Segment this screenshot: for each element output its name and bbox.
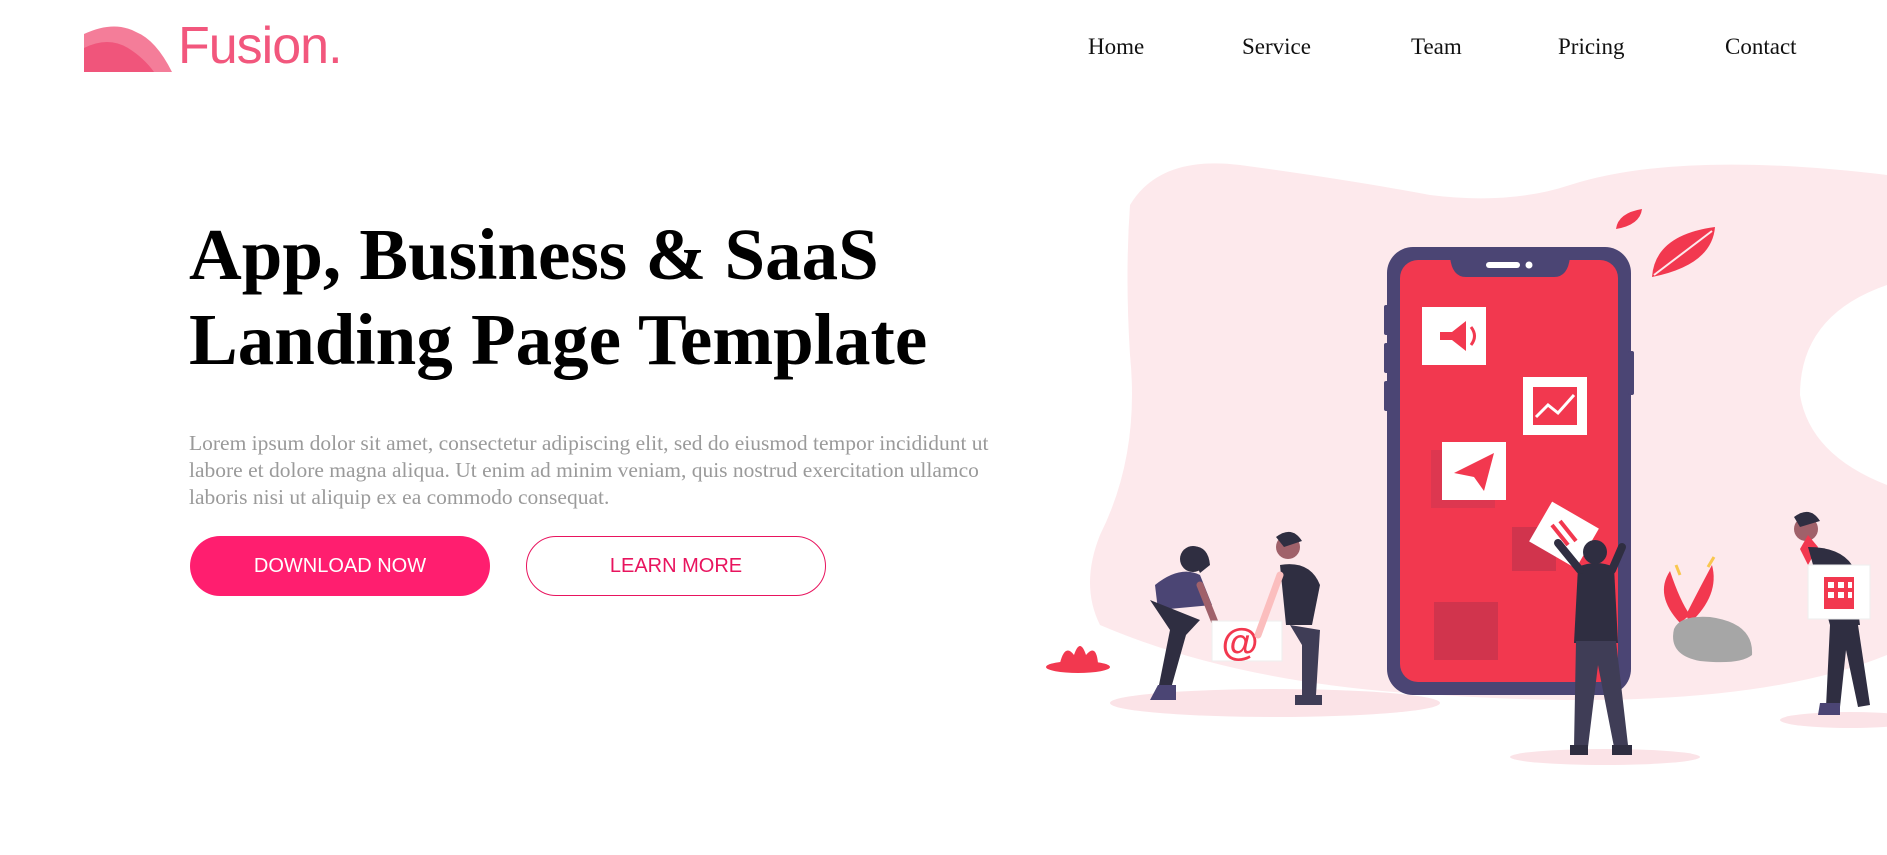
paper-plane-icon: [1442, 442, 1506, 500]
at-sign-icon: @: [1221, 622, 1258, 664]
learn-more-button[interactable]: LEARN MORE: [526, 536, 826, 596]
hero-title-line-1: App, Business & SaaS: [189, 214, 879, 295]
download-now-button[interactable]: DOWNLOAD NOW: [190, 536, 490, 596]
brand-name: Fusion.: [178, 17, 343, 75]
building-icon: [1807, 564, 1871, 620]
hero-description: Lorem ipsum dolor sit amet, consectetur …: [189, 431, 989, 509]
hero-title: App, Business & SaaS Landing Page Templa…: [189, 212, 1009, 382]
nav-item-pricing[interactable]: Pricing: [1558, 34, 1624, 60]
hero-title-line-2: Landing Page Template: [189, 299, 928, 380]
megaphone-icon: [1422, 307, 1486, 365]
chart-icon: [1523, 377, 1587, 435]
nav-item-service[interactable]: Service: [1242, 34, 1311, 60]
ground-shadow-center: [1510, 749, 1700, 765]
logo-mark-icon: [84, 26, 172, 72]
flower-icon: [1046, 646, 1110, 673]
brand-logo[interactable]: Fusion.: [84, 17, 343, 75]
nav-item-home[interactable]: Home: [1088, 34, 1144, 60]
at-sign-card: @: [1211, 620, 1283, 664]
nav-item-team[interactable]: Team: [1411, 34, 1462, 60]
nav-item-contact[interactable]: Contact: [1725, 34, 1797, 60]
hero-illustration: @: [1046, 163, 1887, 765]
